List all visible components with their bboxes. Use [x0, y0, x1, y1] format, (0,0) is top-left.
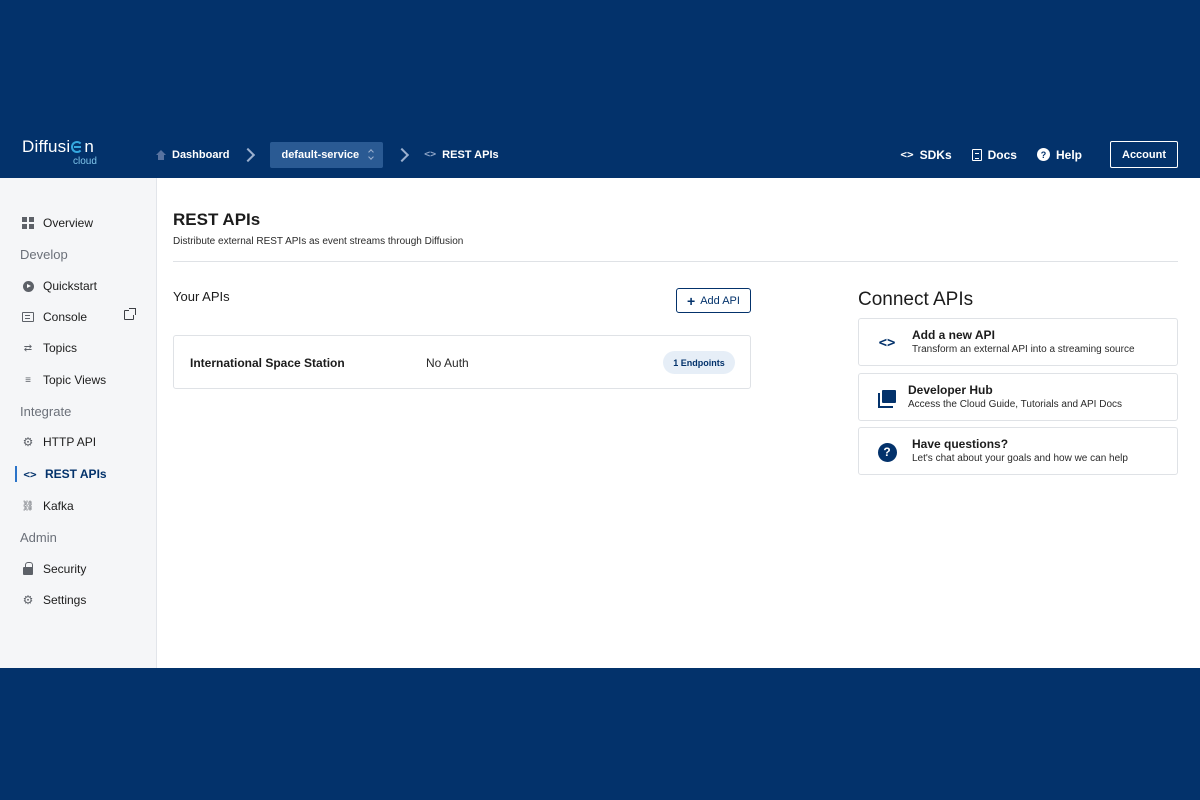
- logo-wordmark: Diffusi n: [22, 138, 94, 155]
- play-icon: [22, 280, 34, 292]
- gear-icon: ⚙: [22, 593, 34, 607]
- nav-docs-label: Docs: [987, 147, 1017, 162]
- sidebar-item-label: Settings: [43, 593, 87, 607]
- sidebar-item-quickstart[interactable]: Quickstart: [22, 279, 97, 293]
- sidebar-item-label: Topics: [43, 341, 78, 355]
- connect-apis-heading: Connect APIs: [858, 289, 974, 310]
- sidebar-item-topic-views[interactable]: ≡ Topic Views: [22, 373, 106, 387]
- book-icon: [877, 388, 897, 408]
- breadcrumb-dashboard[interactable]: Dashboard: [156, 149, 229, 161]
- sidebar-item-label: Topic Views: [43, 373, 107, 387]
- sidebar-group-develop: Develop: [20, 247, 68, 262]
- nav-help[interactable]: ? Help: [1036, 147, 1082, 162]
- service-selector[interactable]: default-service: [270, 141, 384, 168]
- code-icon: <>: [877, 333, 897, 353]
- card-description: Let's chat about your goals and how we c…: [912, 453, 1128, 464]
- logo-subtext: cloud: [73, 156, 97, 167]
- sidebar-item-security[interactable]: Security: [22, 561, 87, 576]
- breadcrumb: Dashboard default-service <> REST APIs: [156, 131, 499, 178]
- code-icon: <>: [900, 148, 914, 161]
- sidebar-item-kafka[interactable]: ⛓ Kafka: [22, 499, 74, 513]
- logo-text-prefix: Diffusi: [22, 137, 71, 156]
- top-nav: <> SDKs Docs ? Help Account: [900, 131, 1178, 178]
- sidebar-item-label: Kafka: [43, 499, 74, 513]
- sidebar-item-label: Console: [43, 310, 88, 324]
- chevron-right-icon: [395, 147, 410, 162]
- external-link-icon[interactable]: [124, 308, 136, 320]
- card-title: Have questions?: [912, 437, 1009, 451]
- list-add-icon: ≡: [25, 374, 31, 386]
- sidebar-item-http-api[interactable]: ⚙ HTTP API: [22, 435, 97, 449]
- home-icon: [156, 149, 166, 160]
- developer-hub-card[interactable]: Developer Hub Access the Cloud Guide, Tu…: [858, 373, 1178, 421]
- main-content: REST APIs Distribute external REST APIs …: [173, 178, 1179, 668]
- account-button[interactable]: Account: [1110, 141, 1178, 168]
- divider: [173, 261, 1178, 262]
- add-api-label: Add API: [700, 294, 740, 307]
- help-icon: ?: [1036, 148, 1050, 161]
- lock-icon: [22, 561, 34, 575]
- your-apis-heading: Your APIs: [173, 289, 230, 304]
- page-subtitle: Distribute external REST APIs as event s…: [173, 236, 464, 247]
- chevron-right-icon: [241, 147, 256, 162]
- console-icon: [22, 311, 34, 323]
- add-new-api-card[interactable]: <> Add a new API Transform an external A…: [858, 318, 1178, 366]
- have-questions-card[interactable]: ? Have questions? Let's chat about your …: [858, 427, 1178, 475]
- endpoints-badge: 1 Endpoints: [663, 351, 735, 374]
- card-description: Access the Cloud Guide, Tutorials and AP…: [908, 399, 1122, 410]
- service-selector-label: default-service: [281, 148, 360, 161]
- code-glyph: <>: [878, 335, 896, 351]
- app-window: Diffusi n cloud Dashboard default-service…: [0, 131, 1200, 668]
- sidebar-item-label: Overview: [43, 216, 94, 230]
- sidebar-item-label: Quickstart: [43, 279, 98, 293]
- nav-sdks-label: SDKs: [919, 147, 952, 162]
- unfold-icon: [368, 149, 374, 160]
- breadcrumb-current: <> REST APIs: [424, 149, 499, 161]
- card-title: Developer Hub: [908, 383, 993, 397]
- api-auth: No Auth: [426, 356, 469, 370]
- api-name: International Space Station: [190, 356, 345, 370]
- diffusion-logo[interactable]: Diffusi n cloud: [22, 138, 97, 167]
- code-icon: <>: [424, 149, 437, 160]
- top-bar: Diffusi n cloud Dashboard default-service…: [0, 131, 1200, 178]
- sidebar-item-rest-apis[interactable]: <> REST APIs: [23, 467, 107, 481]
- nav-help-label: Help: [1055, 147, 1082, 162]
- sidebar: Overview Develop Quickstart Console ⇄ To…: [0, 178, 157, 668]
- breadcrumb-dashboard-label: Dashboard: [172, 148, 230, 161]
- swap-arrows-icon: ⇄: [23, 342, 33, 354]
- sidebar-item-label: Security: [43, 562, 87, 576]
- question-icon: ?: [877, 442, 897, 462]
- dashboard-icon: [22, 217, 34, 229]
- code-icon: <>: [23, 467, 37, 481]
- sidebar-group-admin: Admin: [20, 530, 57, 545]
- nav-docs[interactable]: Docs: [971, 147, 1017, 162]
- sidebar-item-overview[interactable]: Overview: [22, 216, 93, 230]
- sidebar-item-console[interactable]: Console: [22, 310, 87, 324]
- logo-text-suffix: n: [84, 137, 94, 156]
- nav-sdks[interactable]: <> SDKs: [900, 148, 951, 162]
- sidebar-item-topics[interactable]: ⇄ Topics: [22, 341, 77, 355]
- card-title: Add a new API: [912, 328, 995, 342]
- question-glyph: ?: [877, 442, 897, 462]
- page-title: REST APIs: [173, 210, 261, 229]
- add-api-button[interactable]: + Add API: [676, 288, 751, 313]
- sidebar-item-label: REST APIs: [45, 467, 107, 481]
- breadcrumb-current-label: REST APIs: [442, 148, 499, 161]
- sidebar-item-label: HTTP API: [43, 435, 97, 449]
- kafka-icon: ⛓: [21, 500, 35, 512]
- logo-o-icon: [71, 140, 84, 153]
- card-description: Transform an external API into a streami…: [912, 344, 1135, 355]
- active-indicator: [15, 466, 17, 482]
- gear-icon: ⚙: [22, 435, 34, 449]
- api-list-item[interactable]: International Space Station No Auth 1 En…: [173, 335, 751, 389]
- document-icon: [971, 148, 982, 161]
- plus-icon: +: [687, 292, 696, 309]
- sidebar-group-integrate: Integrate: [20, 404, 72, 419]
- sidebar-item-settings[interactable]: ⚙ Settings: [22, 593, 87, 607]
